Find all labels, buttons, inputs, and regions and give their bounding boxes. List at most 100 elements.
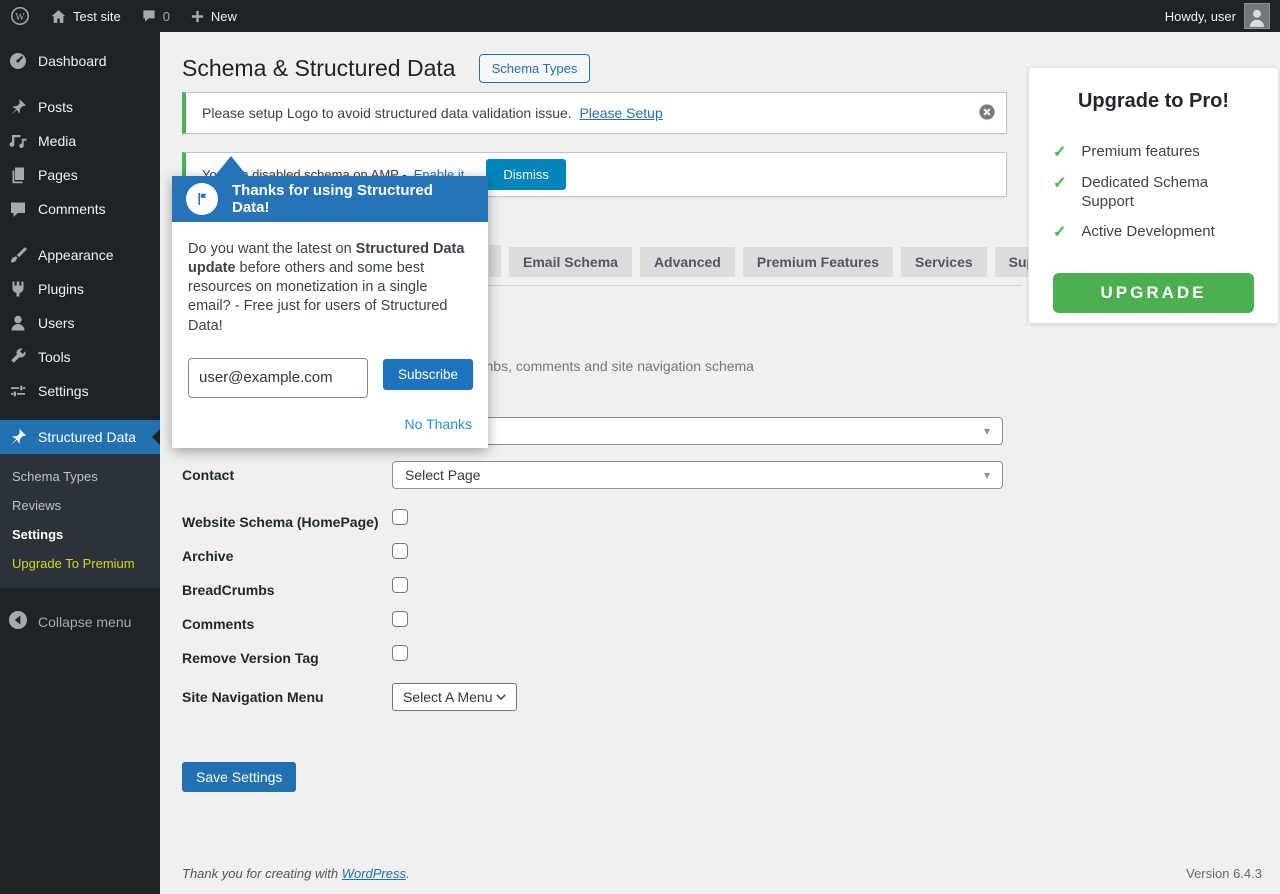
tab-premium-features[interactable]: Premium Features <box>743 247 893 277</box>
check-icon: ✓ <box>1053 143 1066 163</box>
sidebar-item-comments[interactable]: Comments <box>0 192 160 226</box>
sidebar-item-media[interactable]: Media <box>0 124 160 158</box>
popup-message: Do you want the latest on Structured Dat… <box>188 240 472 336</box>
tab-partial-stub[interactable] <box>489 245 501 277</box>
pages-icon <box>8 165 28 185</box>
tab-advanced[interactable]: Advanced <box>640 247 735 277</box>
version-text: Version 6.4.3 <box>1186 866 1262 881</box>
email-input[interactable] <box>188 358 368 398</box>
sidebar-item-tools[interactable]: Tools <box>0 340 160 374</box>
media-icon <box>8 131 28 151</box>
breadcrumbs-checkbox[interactable] <box>392 577 408 593</box>
plus-icon <box>190 9 205 24</box>
logo-notice: Please setup Logo to avoid structured da… <box>182 92 1007 134</box>
no-thanks-link[interactable]: No Thanks <box>188 416 472 432</box>
account-menu[interactable]: Howdy, user <box>1165 3 1280 29</box>
check-icon: ✓ <box>1053 174 1066 212</box>
popup-arrow <box>214 156 248 177</box>
tab-email-schema[interactable]: Email Schema <box>509 247 632 277</box>
comments-label: Comments <box>182 616 392 632</box>
avatar <box>1244 3 1270 29</box>
website-schema-checkbox[interactable] <box>392 509 408 525</box>
remove-version-tag-checkbox[interactable] <box>392 645 408 661</box>
home-icon <box>50 8 67 25</box>
sidebar-item-label: Settings <box>38 383 89 399</box>
subscribe-button[interactable]: Subscribe <box>383 359 473 390</box>
site-name: Test site <box>73 9 121 24</box>
admin-sidebar: Dashboard Posts Media Pages Comments App… <box>0 32 160 894</box>
sidebar-item-label: Posts <box>38 99 73 115</box>
posts-icon <box>8 97 28 117</box>
collapse-label: Collapse menu <box>38 614 131 630</box>
submenu-item-settings[interactable]: Settings <box>0 520 160 549</box>
collapse-menu-button[interactable]: Collapse menu <box>0 602 160 641</box>
upgrade-button[interactable]: UPGRADE <box>1053 273 1254 313</box>
contact-page-select[interactable]: Select Page ▾ <box>392 461 1003 489</box>
upgrade-card-title: Upgrade to Pro! <box>1053 90 1254 113</box>
feature-label: Dedicated Schema Support <box>1081 174 1231 212</box>
dashboard-icon <box>8 51 28 71</box>
sidebar-item-posts[interactable]: Posts <box>0 90 160 124</box>
remove-version-tag-label: Remove Version Tag <box>182 650 392 666</box>
wordpress-link[interactable]: WordPress <box>342 866 406 881</box>
submenu-item-upgrade-to-premium[interactable]: Upgrade To Premium <box>0 549 160 578</box>
howdy-text: Howdy, user <box>1165 9 1236 24</box>
plugins-icon <box>8 279 28 299</box>
feature-label: Active Development <box>1081 223 1214 243</box>
schema-types-button[interactable]: Schema Types <box>479 54 591 83</box>
sidebar-item-label: Users <box>38 315 75 331</box>
sidebar-item-label: Appearance <box>38 247 114 263</box>
collapse-icon <box>8 610 28 633</box>
tab-services[interactable]: Services <box>901 247 987 277</box>
admin-footer: Thank you for creating with WordPress. V… <box>182 866 1262 881</box>
sidebar-item-pages[interactable]: Pages <box>0 158 160 192</box>
submenu-item-reviews[interactable]: Reviews <box>0 491 160 520</box>
subscribe-popup: Thanks for using Structured Data! Do you… <box>172 176 488 448</box>
settings-icon <box>8 381 28 401</box>
popup-title: Thanks for using Structured Data! <box>232 182 474 216</box>
svg-text:W: W <box>15 12 25 23</box>
dismiss-button[interactable]: Dismiss <box>486 159 566 190</box>
popup-header: Thanks for using Structured Data! <box>172 176 488 222</box>
archive-label: Archive <box>182 548 392 564</box>
sidebar-item-label: Comments <box>38 201 106 217</box>
site-navigation-menu-label: Site Navigation Menu <box>182 689 392 705</box>
contact-label: Contact <box>182 467 392 483</box>
chevron-down-icon: ▾ <box>984 468 990 482</box>
wordpress-logo-icon[interactable]: W <box>0 0 40 32</box>
close-notice-icon[interactable] <box>978 103 996 121</box>
feature-item: ✓ Dedicated Schema Support <box>1053 174 1254 212</box>
site-navigation-menu-value: Select A Menu <box>403 689 493 705</box>
please-setup-link[interactable]: Please Setup <box>579 105 662 121</box>
sidebar-item-label: Media <box>38 133 76 149</box>
upgrade-to-pro-card: Upgrade to Pro! ✓ Premium features ✓ Ded… <box>1028 67 1279 324</box>
site-menu[interactable]: Test site <box>40 0 131 32</box>
comments-count: 0 <box>163 9 170 24</box>
comments-bubble[interactable]: 0 <box>131 0 180 32</box>
sidebar-item-structured-data[interactable]: Structured Data <box>0 420 160 454</box>
save-settings-button[interactable]: Save Settings <box>182 762 296 792</box>
site-navigation-menu-select[interactable]: Select A Menu <box>392 683 517 711</box>
sidebar-item-settings[interactable]: Settings <box>0 374 160 408</box>
tools-icon <box>8 347 28 367</box>
check-icon: ✓ <box>1053 223 1066 243</box>
submenu-item-schema-types[interactable]: Schema Types <box>0 462 160 491</box>
structured-data-pin-icon <box>8 427 28 447</box>
upgrade-feature-list: ✓ Premium features ✓ Dedicated Schema Su… <box>1053 143 1254 243</box>
sidebar-item-appearance[interactable]: Appearance <box>0 238 160 272</box>
users-icon <box>8 313 28 333</box>
archive-checkbox[interactable] <box>392 543 408 559</box>
flag-icon <box>186 183 218 215</box>
contact-page-select-value: Select Page <box>405 467 481 483</box>
new-label: New <box>211 9 237 24</box>
new-menu[interactable]: New <box>180 0 247 32</box>
sidebar-item-dashboard[interactable]: Dashboard <box>0 44 160 78</box>
popup-body: Do you want the latest on Structured Dat… <box>172 222 488 448</box>
feature-label: Premium features <box>1081 143 1199 163</box>
sidebar-item-plugins[interactable]: Plugins <box>0 272 160 306</box>
comments-checkbox[interactable] <box>392 611 408 627</box>
sidebar-item-label: Structured Data <box>38 429 136 445</box>
structured-data-submenu: Schema Types Reviews Settings Upgrade To… <box>0 454 160 588</box>
sidebar-item-label: Dashboard <box>38 53 107 69</box>
sidebar-item-users[interactable]: Users <box>0 306 160 340</box>
